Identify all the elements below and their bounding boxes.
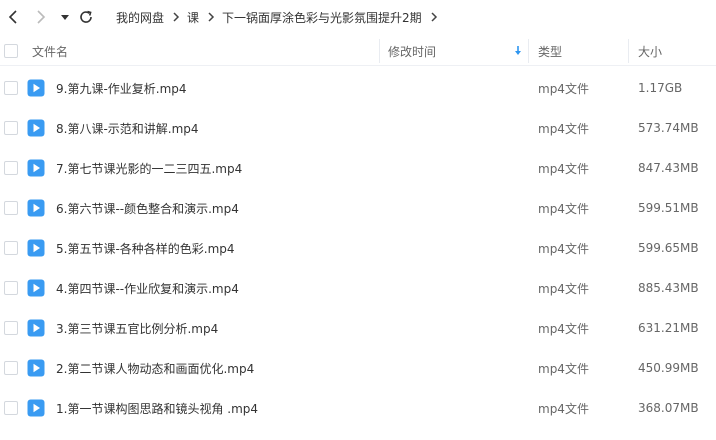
file-name[interactable]: 5.第五节课-各种各样的色彩.mp4 (56, 228, 235, 268)
chevron-right-icon (172, 11, 180, 23)
video-file-icon (27, 399, 45, 417)
video-file-icon (27, 359, 45, 377)
breadcrumb-item-folder[interactable]: 课 (187, 9, 199, 26)
refresh-button[interactable] (77, 8, 95, 26)
file-type: mp4文件 (538, 401, 589, 416)
row-checkbox[interactable] (4, 121, 18, 135)
file-row[interactable]: 8.第八课-示范和讲解.mp4 mp4文件 573.74MB (0, 108, 716, 148)
row-checkbox[interactable] (4, 321, 18, 335)
toolbar: 我的网盘 课 下一锅面厚涂色彩与光影氛围提升2期 (0, 0, 716, 34)
file-row[interactable]: 2.第二节课人物动态和画面优化.mp4 mp4文件 450.99MB (0, 348, 716, 388)
file-name[interactable]: 4.第四节课--作业欣复和演示.mp4 (56, 268, 239, 308)
file-type: mp4文件 (538, 161, 589, 176)
file-row[interactable]: 7.第七节课光影的一二三四五.mp4 mp4文件 847.43MB (0, 148, 716, 188)
file-size: 631.21MB (638, 321, 699, 335)
row-checkbox[interactable] (4, 161, 18, 175)
row-checkbox[interactable] (4, 201, 18, 215)
forward-button[interactable] (32, 8, 50, 26)
breadcrumb-item-current[interactable]: 下一锅面厚涂色彩与光影氛围提升2期 (222, 9, 422, 26)
video-file-icon (27, 279, 45, 297)
caret-down-icon (61, 15, 69, 20)
column-divider[interactable] (379, 39, 380, 63)
file-row[interactable]: 3.第三节课五官比例分析.mp4 mp4文件 631.21MB (0, 308, 716, 348)
history-dropdown-button[interactable] (56, 8, 74, 26)
file-size: 573.74MB (638, 121, 699, 135)
file-row[interactable]: 1.第一节课构图思路和镜头视角 .mp4 mp4文件 368.07MB (0, 388, 716, 428)
file-row[interactable]: 5.第五节课-各种各样的色彩.mp4 mp4文件 599.65MB (0, 228, 716, 268)
column-header-name[interactable]: 文件名 (32, 36, 68, 66)
file-type: mp4文件 (538, 121, 589, 136)
file-name[interactable]: 6.第六节课--颜色整合和演示.mp4 (56, 188, 239, 228)
chevron-right-icon (207, 11, 215, 23)
chevron-right-icon (37, 10, 46, 24)
column-header-modified[interactable]: 修改时间 (388, 36, 436, 66)
chevron-right-icon (430, 11, 438, 23)
back-button[interactable] (4, 8, 22, 26)
file-size: 1.17GB (638, 81, 683, 95)
file-size: 599.65MB (638, 241, 699, 255)
sort-arrow-down-icon[interactable] (514, 36, 522, 66)
file-name[interactable]: 9.第九课-作业复析.mp4 (56, 68, 187, 108)
file-type: mp4文件 (538, 321, 589, 336)
file-row[interactable]: 9.第九课-作业复析.mp4 mp4文件 1.17GB (0, 68, 716, 108)
file-row[interactable]: 4.第四节课--作业欣复和演示.mp4 mp4文件 885.43MB (0, 268, 716, 308)
file-size: 847.43MB (638, 161, 699, 175)
file-name[interactable]: 7.第七节课光影的一二三四五.mp4 (56, 148, 242, 188)
file-type: mp4文件 (538, 81, 589, 96)
column-divider[interactable] (528, 39, 529, 63)
video-file-icon (27, 79, 45, 97)
file-size: 450.99MB (638, 361, 699, 375)
file-size: 368.07MB (638, 401, 699, 415)
row-checkbox[interactable] (4, 81, 18, 95)
file-size: 885.43MB (638, 281, 699, 295)
file-row[interactable]: 6.第六节课--颜色整合和演示.mp4 mp4文件 599.51MB (0, 188, 716, 228)
file-type: mp4文件 (538, 201, 589, 216)
select-all-checkbox[interactable] (4, 44, 18, 58)
row-checkbox[interactable] (4, 281, 18, 295)
video-file-icon (27, 199, 45, 217)
file-type: mp4文件 (538, 281, 589, 296)
file-name[interactable]: 1.第一节课构图思路和镜头视角 .mp4 (56, 388, 258, 428)
file-name[interactable]: 3.第三节课五官比例分析.mp4 (56, 308, 218, 348)
file-type: mp4文件 (538, 241, 589, 256)
video-file-icon (27, 159, 45, 177)
video-file-icon (27, 239, 45, 257)
breadcrumb-item-home[interactable]: 我的网盘 (116, 9, 164, 26)
video-file-icon (27, 319, 45, 337)
refresh-icon (80, 10, 92, 23)
file-size: 599.51MB (638, 201, 699, 215)
row-checkbox[interactable] (4, 241, 18, 255)
row-checkbox[interactable] (4, 401, 18, 415)
video-file-icon (27, 119, 45, 137)
breadcrumb: 我的网盘 课 下一锅面厚涂色彩与光影氛围提升2期 (116, 0, 445, 34)
column-divider[interactable] (628, 39, 629, 63)
chevron-left-icon (8, 10, 17, 24)
column-header-type[interactable]: 类型 (538, 36, 562, 66)
file-type: mp4文件 (538, 361, 589, 376)
row-checkbox[interactable] (4, 361, 18, 375)
file-name[interactable]: 8.第八课-示范和讲解.mp4 (56, 108, 199, 148)
file-name[interactable]: 2.第二节课人物动态和画面优化.mp4 (56, 348, 254, 388)
file-list-header: 文件名 修改时间 类型 大小 (0, 36, 716, 66)
column-header-size[interactable]: 大小 (638, 36, 662, 66)
